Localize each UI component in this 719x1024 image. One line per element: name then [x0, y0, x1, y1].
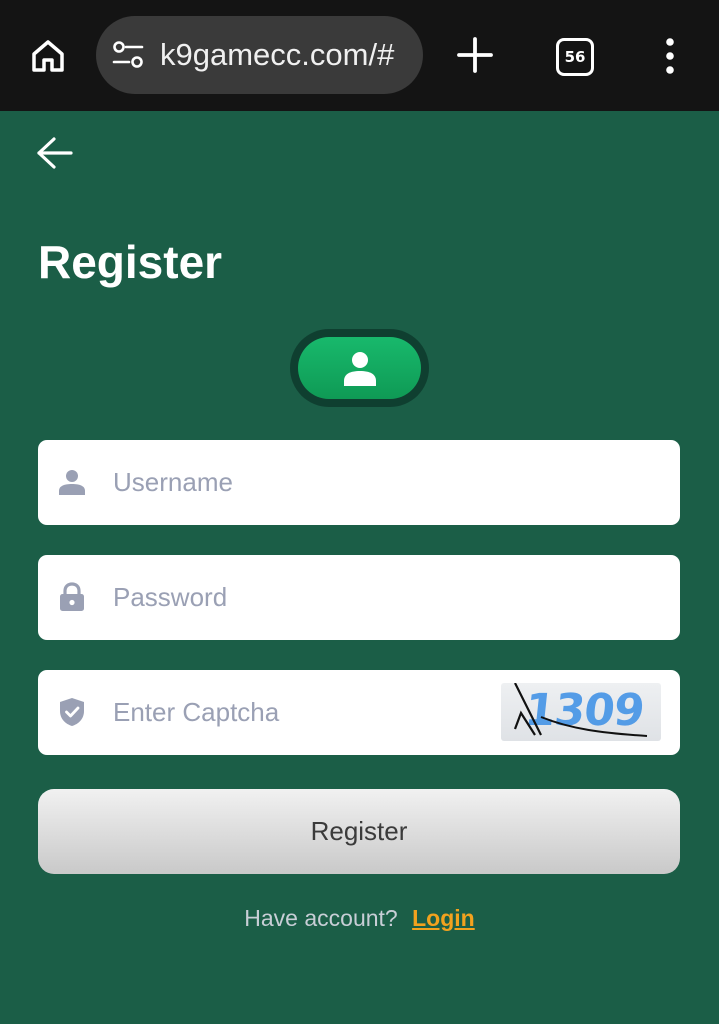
home-button[interactable]	[26, 34, 70, 78]
person-icon	[58, 466, 86, 498]
register-button[interactable]: Register	[38, 789, 680, 874]
account-type-pill[interactable]	[298, 337, 421, 399]
username-field[interactable]	[38, 440, 680, 525]
captcha-image[interactable]: 1309	[501, 683, 661, 741]
more-vert-icon[interactable]	[662, 38, 678, 74]
url-text[interactable]: k9gamecc.com/#	[160, 37, 410, 73]
captcha-field[interactable]: 1309	[38, 670, 680, 755]
tab-switcher-button[interactable]: 56	[556, 38, 594, 76]
address-bar[interactable]: k9gamecc.com/#	[96, 16, 423, 94]
login-prompt-row: Have account? Login	[0, 902, 719, 934]
person-icon	[343, 352, 376, 386]
browser-toolbar: k9gamecc.com/# 56	[0, 0, 719, 111]
home-icon	[32, 40, 64, 72]
captcha-input[interactable]	[113, 670, 513, 755]
have-account-text: Have account?	[244, 905, 398, 931]
arrow-left-icon[interactable]	[34, 134, 74, 172]
page-title: Register	[38, 236, 223, 288]
password-field[interactable]	[38, 555, 680, 640]
password-input[interactable]	[113, 555, 513, 640]
login-link[interactable]: Login	[412, 905, 475, 931]
lock-icon	[58, 581, 86, 613]
username-input[interactable]	[113, 440, 513, 525]
site-settings-icon[interactable]	[112, 40, 144, 70]
shield-check-icon	[58, 696, 86, 728]
account-type-switch[interactable]	[290, 329, 429, 407]
plus-icon[interactable]	[454, 34, 496, 76]
tab-count: 56	[564, 48, 586, 66]
captcha-noise-lines	[513, 683, 648, 737]
